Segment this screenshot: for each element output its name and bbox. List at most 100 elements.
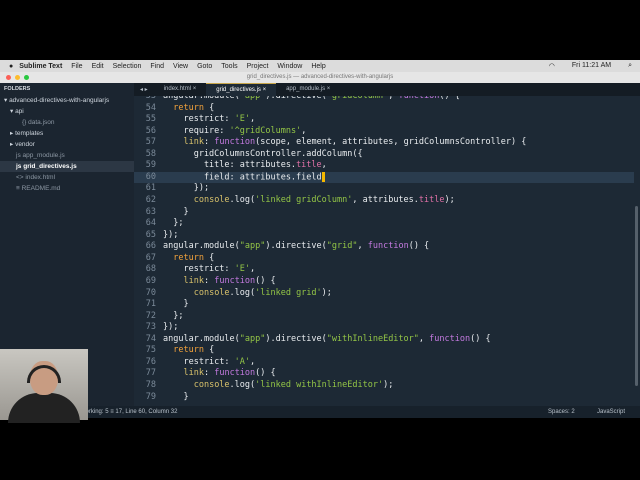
code-token: function <box>214 368 256 379</box>
menu-bar: ● Sublime Text File Edit Selection Find View… <box>0 60 640 72</box>
folders-header: FOLDERS <box>4 86 31 92</box>
sidebar-item[interactable]: ▾ api <box>0 106 134 117</box>
sidebar-item[interactable]: ▸ templates <box>0 128 134 139</box>
code-token: : <box>203 368 215 379</box>
code-line[interactable]: 79 } <box>134 392 634 404</box>
menu-file[interactable]: File <box>71 63 82 70</box>
sidebar-item[interactable]: ▸ vendor <box>0 139 134 150</box>
tab-label: grid_directives.js <box>216 87 261 93</box>
code-line[interactable]: 56 require: '^gridColumns', <box>134 126 634 138</box>
code-line[interactable]: 64 }; <box>134 218 634 230</box>
indent-setting[interactable]: Spaces: 2 <box>548 406 575 418</box>
code-token: , <box>250 114 256 125</box>
code-line[interactable]: 65}); <box>134 230 634 242</box>
wifi-icon[interactable]: ◠ <box>549 62 555 70</box>
code-line[interactable]: 54 return { <box>134 103 634 115</box>
close-tab-icon[interactable]: × <box>325 86 331 92</box>
code-token: link <box>183 275 204 286</box>
line-number: 66 <box>145 241 156 252</box>
sidebar-item[interactable]: <> index.html <box>0 172 134 183</box>
sidebar-item[interactable]: {} data.json <box>0 117 134 128</box>
clock[interactable]: Fri 11:21 AM <box>572 62 611 70</box>
menu-find[interactable]: Find <box>150 63 164 70</box>
scrollbar[interactable] <box>635 206 638 386</box>
menu-project[interactable]: Project <box>247 63 269 70</box>
tab-index-html[interactable]: index.html × <box>154 83 207 96</box>
code-line[interactable]: 67 return { <box>134 253 634 265</box>
code-token: function <box>429 333 471 344</box>
tab-app-module-js[interactable]: app_module.js × <box>276 83 340 96</box>
close-tab-icon[interactable]: × <box>261 87 267 93</box>
line-number: 72 <box>145 310 156 321</box>
code-line[interactable]: 62 console.log('linked gridColumn', attr… <box>134 195 634 207</box>
sidebar-item[interactable]: ▾ advanced-directives-with-angularjs <box>0 95 134 106</box>
code-token: 'linked withInlineEditor' <box>255 380 384 390</box>
code-line[interactable]: 63 } <box>134 207 634 219</box>
sidebar-item[interactable]: ≡ README.md <box>0 183 134 194</box>
code-line[interactable]: 59 title: attributes.title, <box>134 160 634 172</box>
line-number: 79 <box>145 391 156 402</box>
code-line[interactable]: 58 gridColumnsController.addColumn({ <box>134 149 634 161</box>
line-number: 54 <box>145 102 156 113</box>
close-tab-icon[interactable]: × <box>191 86 197 92</box>
code-line[interactable]: 60 field: attributes.field <box>134 171 634 184</box>
menu-goto[interactable]: Goto <box>197 63 212 70</box>
menu-tools[interactable]: Tools <box>221 63 237 70</box>
syntax-setting[interactable]: JavaScript <box>597 406 625 418</box>
code-line[interactable]: 69 link: function() { <box>134 276 634 288</box>
menu-selection[interactable]: Selection <box>113 63 142 70</box>
code-token: restrict: <box>163 356 235 367</box>
code-token: link <box>183 137 204 148</box>
code-token: : <box>203 275 215 286</box>
code-token: link <box>183 368 204 379</box>
menu-help[interactable]: Help <box>311 63 325 70</box>
code-token: (scope, element, attributes, gridColumns… <box>255 137 527 148</box>
code-editor[interactable]: 53 angular.module("app").directive("gridC… <box>134 96 640 406</box>
menu-edit[interactable]: Edit <box>92 63 104 70</box>
minimize-button[interactable] <box>15 75 20 80</box>
code-token: () { <box>255 275 276 286</box>
code-line[interactable]: 55 restrict: 'E', <box>134 114 634 126</box>
code-line[interactable]: 76 restrict: 'A', <box>134 357 634 369</box>
code-line[interactable]: 72 }; <box>134 311 634 323</box>
code-token: "gridColumn" <box>326 96 389 101</box>
apple-icon[interactable]: ● <box>9 63 13 70</box>
search-icon[interactable]: ⌕ <box>628 62 632 70</box>
code-token: , <box>388 96 399 101</box>
code-token: }; <box>163 310 184 321</box>
code-token: function <box>398 96 440 101</box>
code-line[interactable]: 77 link: function() { <box>134 368 634 380</box>
code-token: console <box>193 195 230 206</box>
window-title: grid_directives.js — advanced-directives… <box>246 74 394 80</box>
code-line[interactable]: 68 restrict: 'E', <box>134 264 634 276</box>
sidebar-item[interactable]: js grid_directives.js <box>0 161 134 172</box>
code-line[interactable]: 61 }); <box>134 183 634 195</box>
code-line[interactable]: 70 console.log('linked grid'); <box>134 288 634 300</box>
menu-view[interactable]: View <box>173 63 188 70</box>
code-line[interactable]: 71 } <box>134 299 634 311</box>
tab-nav-arrows[interactable]: ◂ ▸ <box>134 86 154 93</box>
zoom-button[interactable] <box>24 75 29 80</box>
line-number: 68 <box>145 264 156 275</box>
code-line[interactable]: 74 angular.module("app").directive("withI… <box>134 334 634 346</box>
code-token: "app" <box>239 96 266 101</box>
code-token: console <box>193 287 230 298</box>
code-line[interactable]: 75 return { <box>134 345 634 357</box>
code-line[interactable]: 73}); <box>134 322 634 334</box>
tab-grid-directives-js[interactable]: grid_directives.js × <box>206 83 277 96</box>
code-token: , <box>357 241 368 252</box>
webcam-overlay <box>0 349 88 423</box>
close-button[interactable] <box>6 75 11 80</box>
line-number: 67 <box>145 252 156 263</box>
status-bar: Working: 5 ≡ 17, Line 60, Column 32 Spac… <box>0 406 640 418</box>
code-token: console <box>193 380 230 390</box>
code-line[interactable]: 78 console.log('linked withInlineEditor'… <box>134 380 634 392</box>
menu-window[interactable]: Window <box>277 63 302 70</box>
app-menu[interactable]: Sublime Text <box>19 63 62 70</box>
sidebar-item[interactable]: js app_module.js <box>0 150 134 161</box>
code-line[interactable]: 57 link: function(scope, element, attrib… <box>134 137 634 149</box>
code-token: angular.module( <box>163 241 240 252</box>
code-line[interactable]: 66 angular.module("app").directive("grid"… <box>134 241 634 253</box>
